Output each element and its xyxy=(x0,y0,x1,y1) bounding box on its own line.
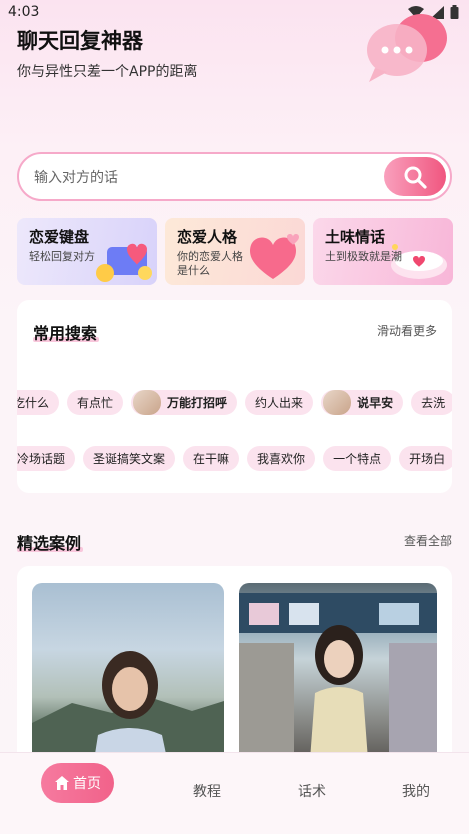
search-tag[interactable]: 去洗 xyxy=(411,390,452,415)
search-tag[interactable]: 开场白 xyxy=(399,446,452,471)
feature-title: 土味情话 xyxy=(325,228,386,246)
status-time: 4:03 xyxy=(8,4,40,20)
nav-script-tab[interactable]: 话术 xyxy=(298,781,326,801)
search-tag[interactable]: 在干嘛 xyxy=(183,446,240,471)
app-subtitle: 你与异性只差一个APP的距离 xyxy=(17,64,198,80)
nav-home-label: 首页 xyxy=(73,776,101,792)
search-tag[interactable]: 约人出来 xyxy=(245,390,314,415)
feature-card-personality[interactable]: 恋爱人格 你的恋爱人格是什么 xyxy=(165,218,305,285)
scroll-more-link[interactable]: 滑动看更多 xyxy=(377,322,437,339)
featured-cases-panel xyxy=(17,566,452,766)
tag-label: 万能打招呼 xyxy=(167,396,228,410)
feature-card-keyboard[interactable]: 恋爱键盘 轻松回复对方 xyxy=(17,218,157,285)
search-tag[interactable]: 圣诞搞笑文案 xyxy=(83,446,176,471)
search-tag[interactable]: 万能打招呼 xyxy=(131,390,238,415)
nav-home-tab[interactable]: 首页 xyxy=(41,763,114,803)
feature-desc: 土到极致就是潮 xyxy=(325,250,402,263)
search-tag[interactable]: 说早安 xyxy=(321,390,404,415)
chat-bubble-icon xyxy=(367,14,447,82)
tag-row: 冷场话题 圣诞搞笑文案 在干嘛 我喜欢你 一个特点 开场白 xyxy=(17,446,452,471)
tag-label: 说早安 xyxy=(357,396,394,410)
nav-mine-tab[interactable]: 我的 xyxy=(402,781,430,801)
feature-desc: 轻松回复对方 xyxy=(29,250,95,263)
tag-row: 吃什么 有点忙 万能打招呼 约人出来 说早安 去洗 xyxy=(17,390,452,415)
person-photo xyxy=(32,651,224,766)
search-icon xyxy=(404,166,427,189)
person-photo xyxy=(239,593,437,766)
search-placeholder: 输入对方的话 xyxy=(34,169,118,186)
home-icon xyxy=(55,776,69,790)
search-tag[interactable]: 冷场话题 xyxy=(17,446,76,471)
feature-desc: 你的恋爱人格是什么 xyxy=(177,250,243,277)
common-search-title: 常用搜索 xyxy=(33,324,98,343)
view-all-link[interactable]: 查看全部 xyxy=(404,532,452,549)
search-tag[interactable]: 有点忙 xyxy=(67,390,124,415)
search-input[interactable]: 输入对方的话 xyxy=(17,152,452,201)
search-tag[interactable]: 一个特点 xyxy=(323,446,392,471)
common-search-panel: 常用搜索 滑动看更多 吃什么 有点忙 万能打招呼 约人出来 说早安 去洗 冷场话… xyxy=(17,300,452,493)
search-button[interactable] xyxy=(384,157,446,196)
feature-card-love-quotes[interactable]: 土味情话 土到极致就是潮 xyxy=(313,218,453,285)
feature-title: 恋爱键盘 xyxy=(29,228,90,246)
avatar xyxy=(323,390,352,415)
case-photo[interactable] xyxy=(32,583,224,766)
case-photo[interactable] xyxy=(239,583,437,766)
avatar xyxy=(133,390,162,415)
nav-tutorial-tab[interactable]: 教程 xyxy=(193,781,221,801)
featured-cases-title: 精选案例 xyxy=(17,534,82,553)
battery-icon xyxy=(450,5,459,19)
feature-title: 恋爱人格 xyxy=(177,228,238,246)
bottom-nav: 首页 教程 话术 我的 xyxy=(0,752,469,834)
search-tag[interactable]: 我喜欢你 xyxy=(247,446,316,471)
app-title: 聊天回复神器 xyxy=(17,29,143,53)
search-tag[interactable]: 吃什么 xyxy=(17,390,60,415)
